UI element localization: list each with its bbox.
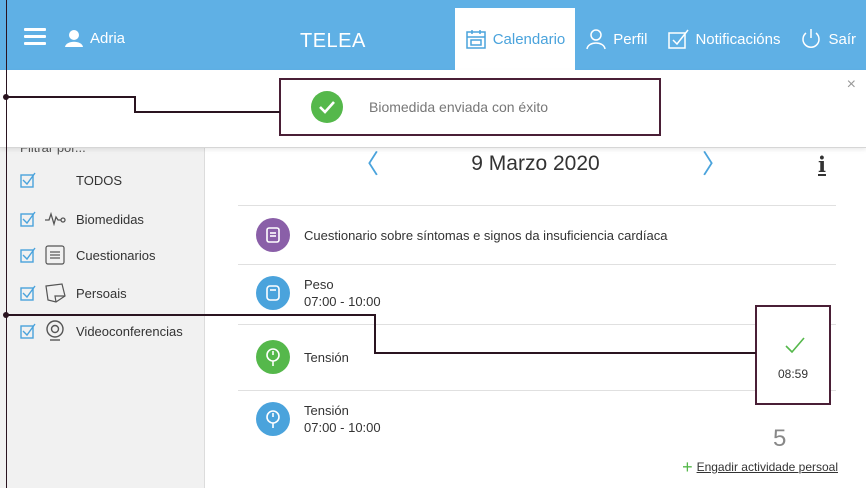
add-personal-activity-link[interactable]: + Engadir actividade persoal [682,457,838,477]
notification-icon [668,29,690,49]
activity-title: Tensión [304,403,349,418]
success-check-icon [311,91,343,123]
questionnaire-icon [256,218,290,252]
close-icon[interactable]: × [847,76,856,94]
plus-icon: + [682,457,693,477]
checkbox-checked-icon[interactable] [20,172,36,188]
filter-todos[interactable]: TODOS [20,172,122,188]
activity-item[interactable]: Cuestionario sobre síntomas e signos da … [256,218,667,252]
hamburger-menu-icon[interactable] [24,28,46,45]
annotation-line [6,0,7,488]
filter-persoais[interactable]: Persoais [20,282,127,304]
annotation-line [374,314,376,354]
annotation-line [134,111,280,113]
filter-biomedidas[interactable]: Biomedidas [20,208,144,230]
toast-message: Biomedida enviada con éxito [369,99,549,115]
heartbeat-icon [44,208,66,230]
activity-count: 5 [773,425,787,452]
nav-notificacions[interactable]: Notificacións [657,8,790,70]
check-icon [785,337,805,353]
user-name: Adria [90,29,126,47]
annotation-line [6,314,376,316]
activity-title: Tensión [304,349,349,365]
top-bar: Adria TELEA Calendario Perfil Notificaci… [0,0,866,70]
filter-videoconferencias[interactable]: Videoconferencias [20,320,183,342]
activity-item[interactable]: Tensión [256,340,349,374]
next-day-button[interactable]: 〉 [702,150,728,178]
activity-item[interactable]: Tensión 07:00 - 10:00 [256,402,381,436]
divider [238,264,836,265]
list-icon [44,244,66,266]
add-personal-activity-label: Engadir actividade persoal [696,460,838,474]
info-button[interactable]: i [818,152,826,177]
nav-calendario-label: Calendario [492,30,566,48]
nav-sair-label: Saír [828,30,856,48]
activity-title: Cuestionario sobre síntomas e signos da … [304,227,668,243]
brand-title: TELEA [300,30,366,52]
filter-todos-label: TODOS [76,172,122,188]
nav-perfil[interactable]: Perfil [575,8,657,70]
checkbox-checked-icon[interactable] [20,211,36,227]
completed-time: 08:59 [777,367,809,381]
blood-pressure-icon [256,402,290,436]
blood-pressure-icon [256,340,290,374]
scale-icon [256,276,290,310]
activity-text: Peso 07:00 - 10:00 [304,276,381,310]
filter-cuestionarios[interactable]: Cuestionarios [20,244,156,266]
filter-biomedidas-label: Biomedidas [76,211,144,227]
activity-item[interactable]: Peso 07:00 - 10:00 [256,276,381,310]
main-nav: Calendario Perfil Notificacións Saír [454,8,866,70]
note-icon [44,282,66,304]
filter-cuestionarios-label: Cuestionarios [76,247,156,263]
nav-calendario[interactable]: Calendario [454,8,576,70]
user-icon [586,29,606,50]
divider [238,205,836,206]
nav-notificacions-label: Notificacións [695,30,781,48]
completed-status-box: 08:59 [755,305,831,405]
annotation-line [6,96,136,98]
nav-perfil-label: Perfil [613,30,648,48]
user-menu[interactable]: Adria [64,29,125,47]
user-avatar-icon [65,30,83,47]
divider [238,324,836,325]
webcam-icon [44,320,66,342]
checkbox-checked-icon[interactable] [20,323,36,339]
activity-time: 07:00 - 10:00 [304,420,381,435]
divider [238,390,836,391]
calendar-icon [465,30,486,49]
nav-sair[interactable]: Saír [790,8,866,70]
filter-videoconferencias-label: Videoconferencias [76,323,183,339]
current-date: 9 Marzo 2020 [471,152,600,175]
date-navigator: 〈 9 Marzo 2020 〉 i [205,150,866,186]
filter-persoais-label: Persoais [76,285,127,301]
success-toast: Biomedida enviada con éxito [279,78,661,136]
checkbox-checked-icon[interactable] [20,247,36,263]
activity-title: Peso [304,277,334,292]
annotation-line [374,352,756,354]
activity-text: Tensión 07:00 - 10:00 [304,402,381,436]
activity-time: 07:00 - 10:00 [304,294,381,309]
power-icon [802,29,821,48]
checkbox-checked-icon[interactable] [20,285,36,301]
app-window: Adria TELEA Calendario Perfil Notificaci… [0,0,866,488]
